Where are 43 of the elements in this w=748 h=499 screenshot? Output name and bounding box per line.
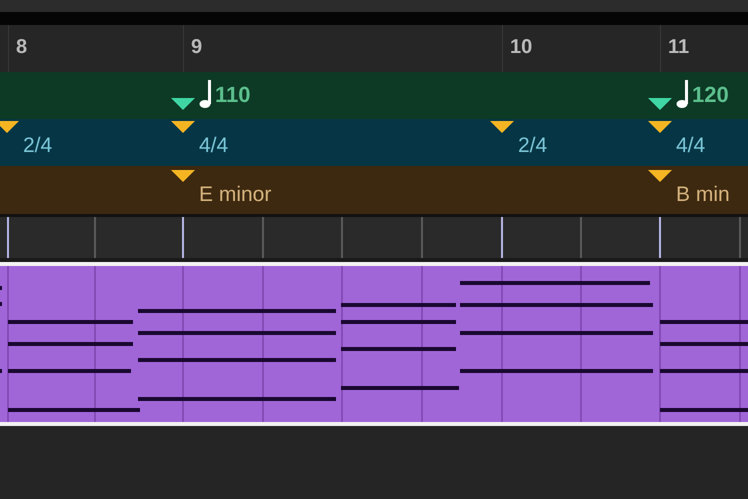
quarter-note-icon — [199, 80, 211, 108]
midi-note[interactable] — [8, 369, 131, 373]
midi-note[interactable] — [8, 342, 133, 346]
bar-number: 9 — [191, 36, 202, 59]
bar-number: 8 — [16, 36, 28, 59]
midi-note[interactable] — [138, 397, 336, 401]
key-signature: E minor — [199, 183, 272, 207]
midi-note[interactable] — [341, 303, 456, 307]
midi-note[interactable] — [660, 342, 748, 346]
midi-note[interactable] — [341, 386, 459, 390]
midi-note[interactable] — [138, 358, 336, 362]
time-signature: 4/4 — [676, 134, 706, 158]
midi-note[interactable] — [138, 331, 336, 335]
midi-region[interactable] — [0, 262, 748, 426]
marker-icon[interactable] — [171, 121, 195, 133]
midi-note[interactable] — [460, 331, 653, 335]
bar-number: 11 — [668, 36, 690, 59]
midi-note[interactable] — [138, 309, 336, 313]
tempo-value: 120 — [692, 82, 729, 108]
marker-icon[interactable] — [0, 121, 19, 133]
midi-note[interactable] — [660, 320, 748, 324]
marker-icon[interactable] — [648, 121, 672, 133]
time-signature: 2/4 — [23, 134, 52, 158]
key-signature: B min — [676, 183, 730, 207]
midi-note[interactable] — [341, 320, 456, 324]
midi-note[interactable] — [660, 408, 748, 412]
time-signature: 2/4 — [518, 134, 548, 158]
quarter-note-icon — [676, 80, 688, 108]
midi-note[interactable] — [8, 320, 133, 324]
marker-icon[interactable] — [171, 98, 195, 110]
midi-note[interactable] — [660, 369, 748, 373]
tempo-value: 110 — [215, 82, 250, 108]
midi-note[interactable] — [341, 347, 456, 351]
time-signature: 4/4 — [199, 134, 228, 158]
midi-note[interactable] — [460, 369, 653, 373]
midi-note[interactable] — [460, 303, 653, 307]
marker-icon[interactable] — [648, 98, 672, 110]
bar-number: 10 — [510, 36, 532, 59]
marker-icon[interactable] — [171, 170, 195, 182]
marker-icon[interactable] — [490, 121, 514, 133]
marker-icon[interactable] — [648, 170, 672, 182]
midi-note[interactable] — [8, 408, 140, 412]
midi-note[interactable] — [460, 281, 650, 285]
